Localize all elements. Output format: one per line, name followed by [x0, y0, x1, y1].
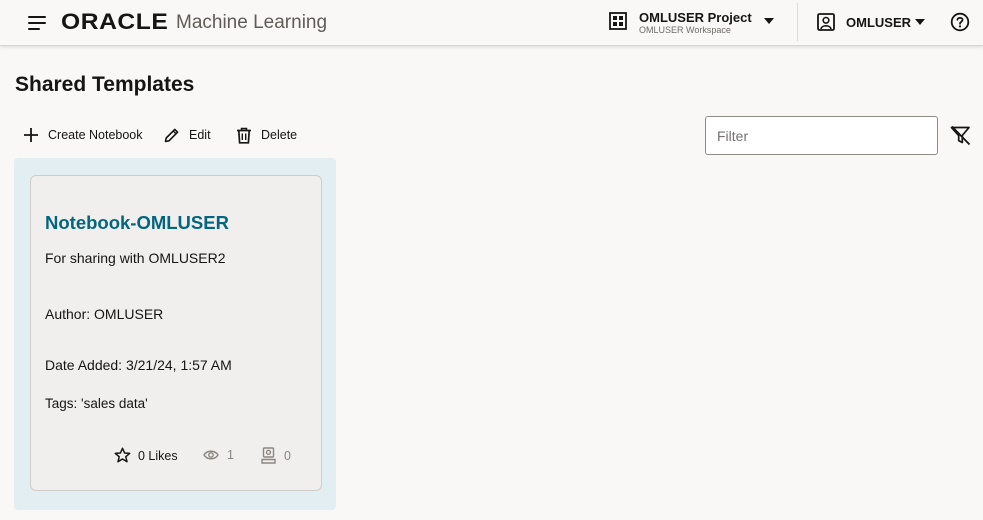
user-name: OMLUSER [846, 15, 911, 30]
plus-icon [24, 128, 38, 142]
card-date-added: Date Added: 3/21/24, 1:57 AM [45, 357, 232, 373]
filter-input[interactable] [705, 116, 938, 155]
views-count: 1 [227, 448, 234, 462]
page-title: Shared Templates [15, 73, 195, 96]
trash-icon [237, 127, 251, 144]
views-stat: 1 [203, 448, 234, 462]
user-menu[interactable]: OMLUSER [812, 6, 932, 38]
edit-label: Edit [189, 128, 211, 142]
card-author: Author: OMLUSER [45, 306, 164, 322]
workspace-name: OMLUSER Workspace [639, 25, 731, 35]
copies-count: 0 [284, 448, 291, 463]
pencil-icon [164, 128, 179, 142]
chevron-down-icon [764, 18, 774, 24]
app-header: ORACLE Machine Learning OMLUSER Project … [0, 0, 983, 46]
create-notebook-button[interactable]: Create Notebook [23, 124, 143, 146]
star-icon [114, 447, 131, 463]
project-selector[interactable]: OMLUSER Project OMLUSER Workspace [603, 4, 783, 40]
chevron-down-icon [915, 19, 925, 25]
like-button[interactable]: 0 Likes [114, 447, 178, 464]
edit-button[interactable]: Edit [163, 124, 211, 146]
copy-user-icon [261, 447, 276, 464]
eye-icon [203, 450, 219, 460]
project-name: OMLUSER Project [639, 10, 752, 25]
product-name: Machine Learning [176, 12, 328, 33]
delete-label: Delete [261, 128, 298, 142]
grid-icon [609, 12, 627, 30]
oracle-logo: ORACLE [61, 9, 169, 34]
filter-clear-icon[interactable] [950, 125, 971, 146]
copies-stat: 0 [261, 447, 291, 464]
card-description: For sharing with OMLUSER2 [45, 250, 226, 266]
card-title[interactable]: Notebook-OMLUSER [45, 212, 229, 234]
header-divider [797, 3, 798, 41]
likes-count: 0 Likes [138, 448, 178, 463]
card-tags: Tags: 'sales data' [45, 396, 148, 411]
template-card[interactable]: Notebook-OMLUSER For sharing with OMLUSE… [30, 175, 322, 491]
help-circle-icon[interactable] [950, 12, 970, 32]
create-notebook-label: Create Notebook [48, 128, 143, 142]
hamburger-icon[interactable] [28, 14, 48, 32]
user-badge-icon [817, 13, 835, 31]
delete-button[interactable]: Delete [236, 124, 297, 146]
